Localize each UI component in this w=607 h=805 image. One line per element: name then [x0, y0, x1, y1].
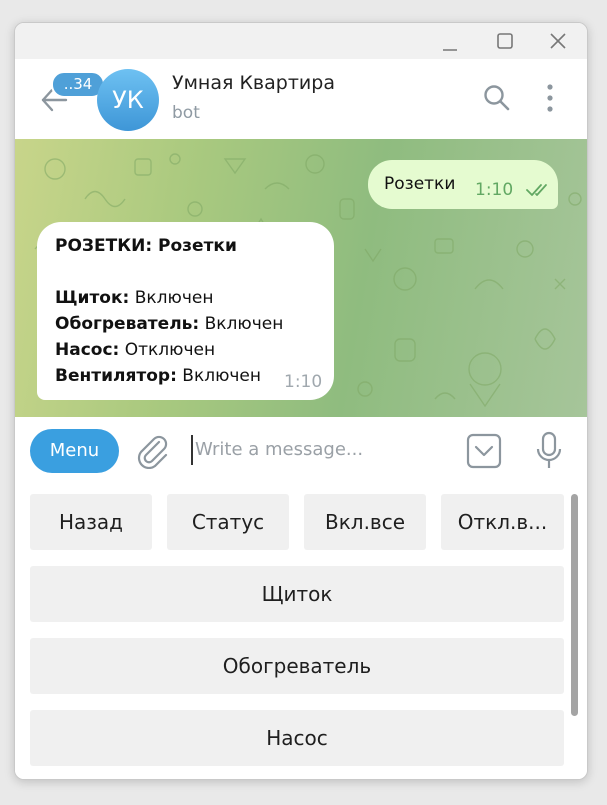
- bot-keyboard: Назад Статус Вкл.все Откл.в... Щиток Обо…: [15, 485, 587, 779]
- search-icon[interactable]: [482, 83, 512, 113]
- message-time: 1:10: [284, 372, 323, 392]
- message-input[interactable]: Write a message...: [191, 435, 445, 465]
- pump-button[interactable]: Насос: [30, 710, 564, 766]
- title-bar: [15, 23, 587, 59]
- chat-title[interactable]: Умная Квартира: [172, 72, 335, 94]
- status-heading: РОЗЕТКИ: Розетки: [55, 236, 237, 256]
- chat-subtitle: bot: [172, 103, 200, 123]
- status-line-pump: Насос: Отключен: [55, 340, 216, 360]
- bot-commands-icon[interactable]: [466, 433, 502, 469]
- avatar[interactable]: УК: [97, 69, 159, 131]
- back-button[interactable]: Назад: [30, 494, 152, 550]
- chat-header: ..34 УК Умная Квартира bot: [15, 59, 587, 139]
- status-line-fan: Вентилятор: Включен: [55, 366, 262, 386]
- all-on-button[interactable]: Вкл.все: [304, 494, 426, 550]
- close-icon[interactable]: [545, 29, 571, 53]
- heater-button[interactable]: Обогреватель: [30, 638, 564, 694]
- keyboard-scrollbar[interactable]: [571, 494, 578, 716]
- status-button[interactable]: Статус: [167, 494, 289, 550]
- minimize-icon[interactable]: [437, 29, 463, 53]
- message-time: 1:10: [475, 180, 514, 200]
- outgoing-message[interactable]: Розетки 1:10: [368, 160, 558, 209]
- message-composer: Menu Write a message...: [15, 417, 587, 485]
- chat-history[interactable]: Розетки 1:10 РОЗЕТКИ: Розетки Щиток: Вкл…: [15, 139, 587, 417]
- outgoing-message-text: Розетки: [384, 174, 456, 194]
- incoming-message[interactable]: РОЗЕТКИ: Розетки Щиток: Включен Обогрева…: [37, 222, 334, 400]
- bot-menu-button[interactable]: Menu: [30, 429, 119, 473]
- all-off-button[interactable]: Откл.в...: [441, 494, 564, 550]
- status-line-shield: Щиток: Включен: [55, 288, 214, 308]
- shield-button[interactable]: Щиток: [30, 566, 564, 622]
- status-line-heater: Обогреватель: Включен: [55, 314, 284, 334]
- double-check-icon: [526, 182, 552, 201]
- microphone-icon[interactable]: [534, 431, 564, 471]
- attach-icon[interactable]: [135, 433, 169, 470]
- maximize-icon[interactable]: [492, 29, 518, 53]
- more-vertical-icon[interactable]: [535, 83, 565, 113]
- telegram-window: ..34 УК Умная Квартира bot Розетки 1:10 …: [14, 22, 588, 780]
